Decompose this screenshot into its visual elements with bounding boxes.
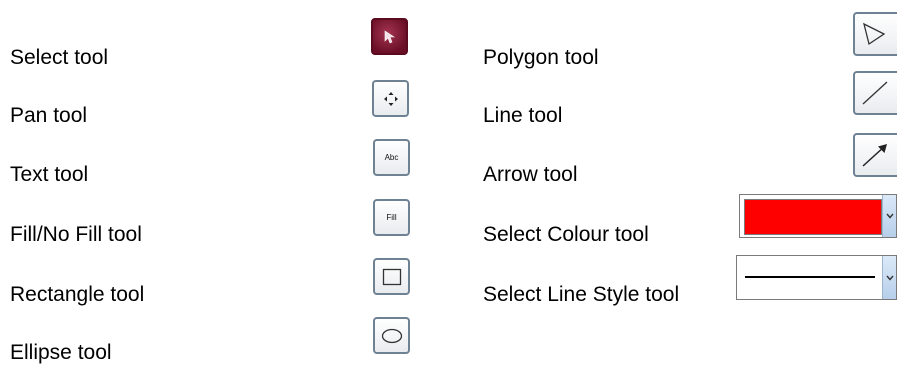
select-tool-label: Select tool — [10, 46, 109, 69]
rectangle-icon — [382, 268, 401, 285]
select-tool-button[interactable] — [371, 18, 408, 55]
polygon-icon — [863, 22, 885, 46]
colour-dropdown[interactable] — [739, 194, 897, 238]
move-arrows-icon — [383, 91, 398, 106]
select-line-style-tool-label: Select Line Style tool — [483, 283, 680, 306]
line-icon — [862, 81, 888, 105]
fill-tool-button[interactable]: Fill — [373, 199, 410, 236]
text-tool-button[interactable]: Abc — [373, 139, 410, 176]
rectangle-tool-button[interactable] — [373, 258, 410, 295]
pan-tool-label: Pan tool — [10, 104, 88, 127]
line-style-dropdown[interactable] — [736, 255, 897, 300]
ellipse-icon — [381, 328, 402, 343]
ellipse-tool-label: Ellipse tool — [10, 341, 112, 364]
ellipse-tool-button[interactable] — [373, 317, 410, 354]
select-colour-tool-label: Select Colour tool — [483, 223, 649, 246]
chevron-down-icon[interactable] — [882, 195, 896, 237]
arrow-icon — [862, 144, 887, 167]
cursor-arrow-icon — [384, 29, 395, 43]
text-abc-icon: Abc — [384, 153, 399, 162]
rectangle-tool-label: Rectangle tool — [10, 283, 145, 306]
line-style-preview — [745, 276, 875, 278]
text-tool-label: Text tool — [10, 163, 89, 186]
fill-tool-label: Fill/No Fill tool — [10, 223, 142, 246]
line-tool-label: Line tool — [483, 104, 563, 127]
polygon-tool-button[interactable] — [853, 12, 897, 56]
polygon-tool-label: Polygon tool — [483, 46, 599, 69]
pan-tool-button[interactable] — [372, 80, 409, 117]
arrow-tool-button[interactable] — [853, 133, 897, 177]
arrow-tool-label: Arrow tool — [483, 163, 578, 186]
colour-swatch — [744, 199, 882, 235]
line-tool-button[interactable] — [853, 71, 897, 115]
chevron-down-icon[interactable] — [882, 256, 896, 299]
fill-icon: Fill — [386, 213, 397, 222]
